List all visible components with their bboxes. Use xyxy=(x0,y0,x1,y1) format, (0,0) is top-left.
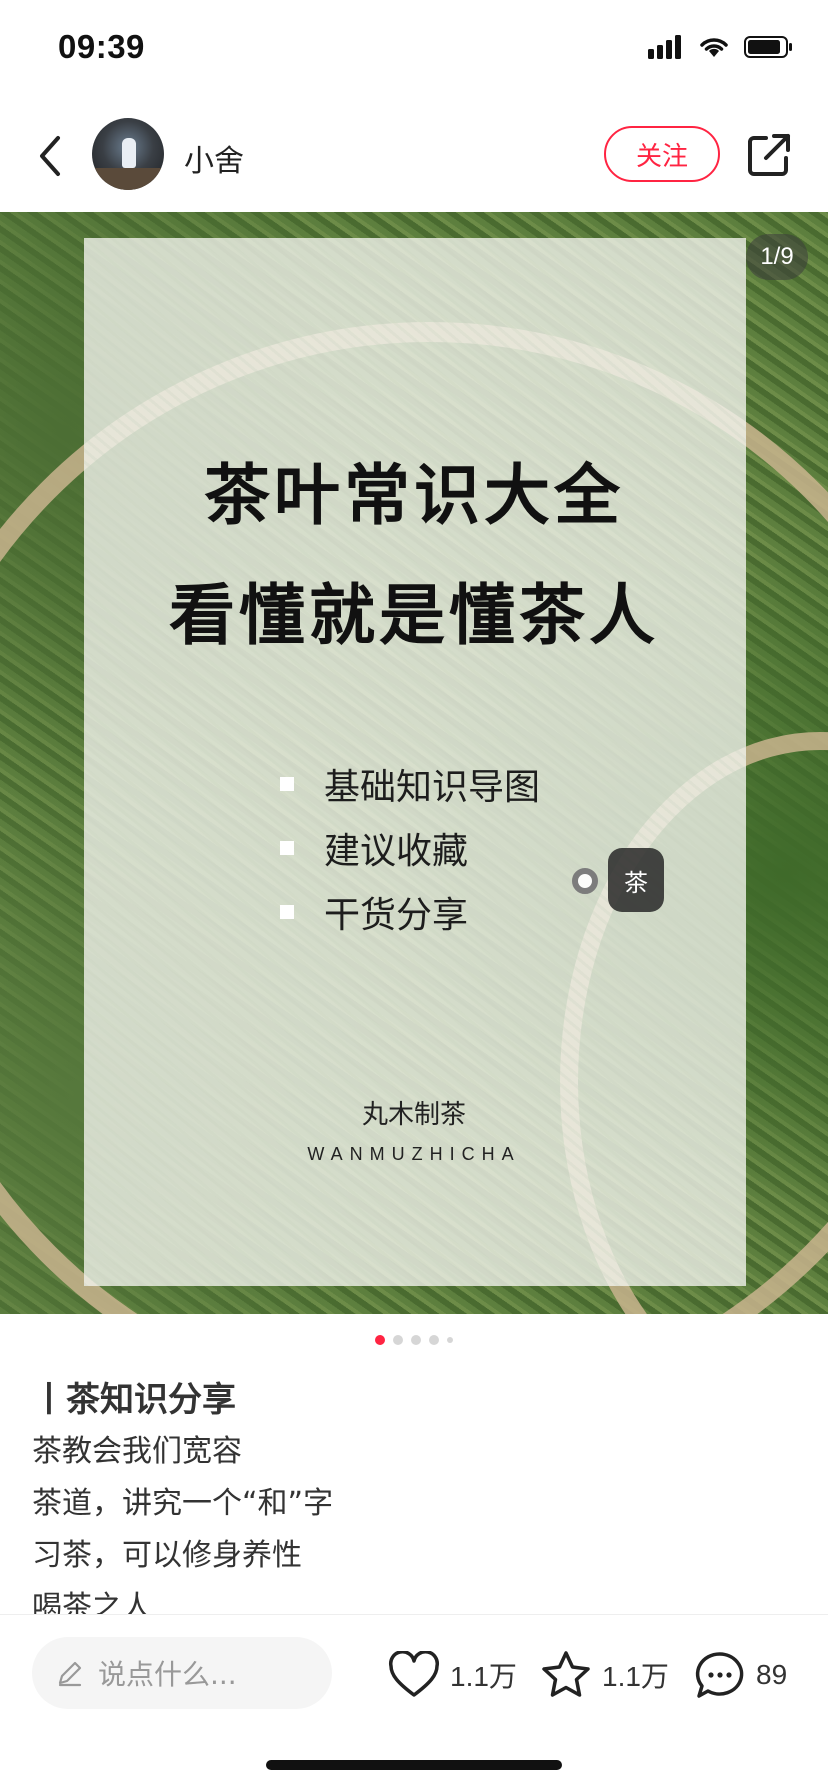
tag-chip[interactable]: 茶 xyxy=(608,848,664,912)
pager-dot xyxy=(411,1335,421,1345)
status-icons xyxy=(648,34,794,64)
pager-dot xyxy=(393,1335,403,1345)
like-count: 1.1万 xyxy=(450,1661,517,1692)
signal-icon xyxy=(648,35,684,63)
comment-placeholder: 说点什么... xyxy=(98,1658,237,1691)
post-line: 喝茶之人 xyxy=(32,1590,152,1614)
post-content: 丨茶知识分享 茶教会我们宽容 茶道，讲究一个“和”字 习茶，可以修身养性 喝茶之… xyxy=(32,1366,796,1615)
pager-dot-active xyxy=(375,1335,385,1345)
bottom-action-bar: 说点什么... 1.1万 1.1万 89 xyxy=(0,1614,828,1734)
brand-name-cn: 丸木制茶 xyxy=(361,1100,466,1130)
share-icon xyxy=(748,134,790,176)
comment-icon xyxy=(695,1652,744,1698)
pager-dot xyxy=(429,1335,439,1345)
image-bullet: 干货分享 xyxy=(280,880,540,944)
favorite-button[interactable]: 1.1万 xyxy=(540,1649,669,1701)
post-image[interactable]: 1/9 茶叶常识大全 看懂就是懂茶人 基础知识导图 建议收藏 干货分享 茶 丸木… xyxy=(0,212,828,1314)
image-title-line-1: 茶叶常识大全 xyxy=(204,457,624,534)
image-bullet: 基础知识导图 xyxy=(280,752,540,816)
back-icon xyxy=(40,136,60,176)
pencil-icon xyxy=(58,1661,82,1687)
star-icon xyxy=(542,1651,590,1697)
follow-button[interactable]: 关注 xyxy=(604,126,720,182)
battery-icon xyxy=(744,35,794,63)
username[interactable]: 小舍 xyxy=(184,136,244,180)
post-line: 习茶，可以修身养性 xyxy=(32,1538,302,1573)
wifi-icon xyxy=(698,35,730,63)
favorite-count: 1.1万 xyxy=(602,1661,669,1692)
back-button[interactable] xyxy=(28,128,72,184)
tag-dot[interactable] xyxy=(572,868,598,894)
comment-button[interactable]: 89 xyxy=(694,1649,787,1701)
avatar[interactable] xyxy=(92,118,164,190)
heart-icon xyxy=(388,1651,440,1697)
home-indicator[interactable] xyxy=(266,1760,562,1770)
image-pager xyxy=(0,1334,828,1346)
image-bullet: 建议收藏 xyxy=(280,816,540,880)
like-button[interactable]: 1.1万 xyxy=(388,1649,517,1701)
status-time: 09:39 xyxy=(58,28,145,65)
image-bullet-list: 基础知识导图 建议收藏 干货分享 xyxy=(280,752,540,944)
comment-input[interactable]: 说点什么... xyxy=(32,1637,332,1709)
share-button[interactable] xyxy=(744,130,794,180)
status-bar: 09:39 xyxy=(0,0,828,100)
brand-name-en: WANMUZHICHA xyxy=(307,1144,521,1164)
post-title: 丨茶知识分享 xyxy=(32,1379,236,1420)
post-line: 茶道，讲究一个“和”字 xyxy=(32,1486,334,1521)
post-header: 小舍 关注 xyxy=(0,100,828,212)
post-line: 茶教会我们宽容 xyxy=(32,1434,242,1469)
image-title-line-2: 看懂就是懂茶人 xyxy=(169,577,659,654)
image-counter: 1/9 xyxy=(746,234,808,280)
pager-dot xyxy=(447,1337,453,1343)
comment-count: 89 xyxy=(756,1659,788,1690)
